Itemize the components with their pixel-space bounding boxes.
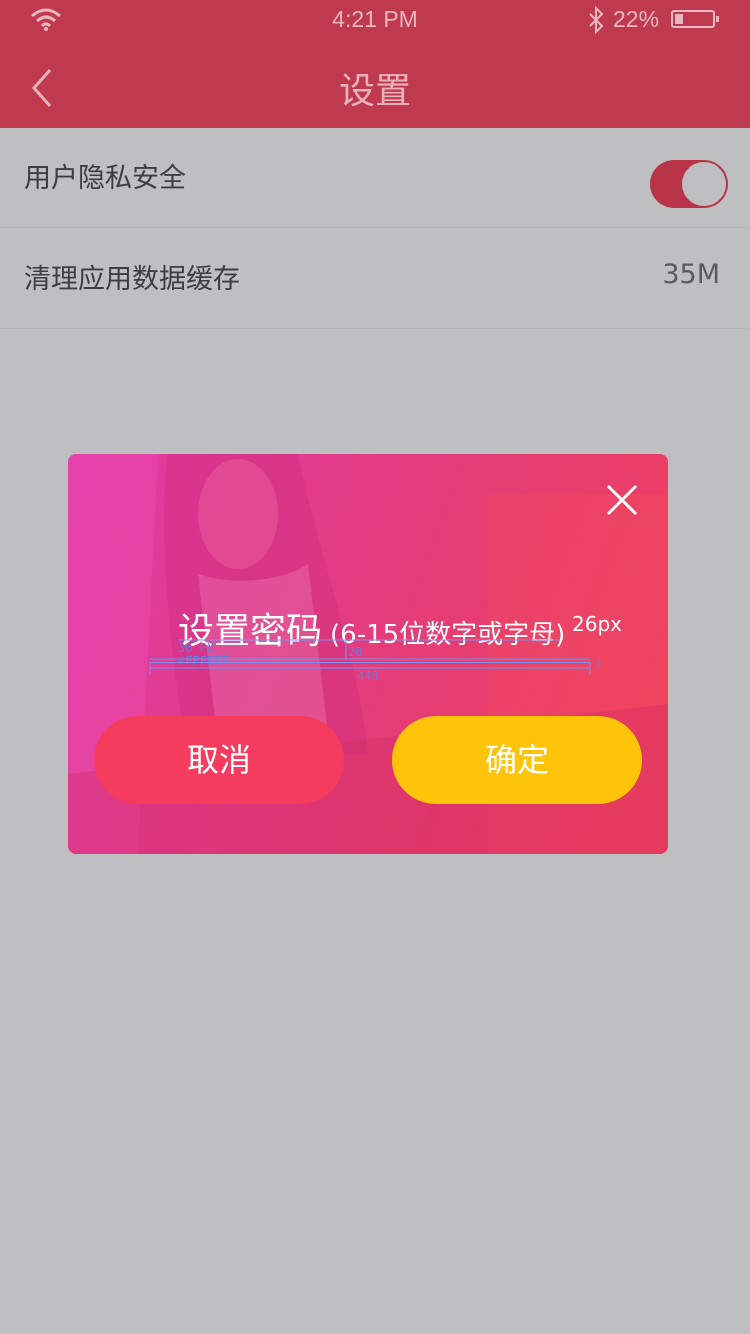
privacy-label: 用户隐私安全 [24,163,186,194]
nav-bar: 设置 [0,40,750,128]
privacy-toggle[interactable] [650,160,728,208]
cache-size: 35M [662,259,720,290]
toggle-knob [682,162,726,206]
settings-row-cache[interactable]: 清理应用数据缓存 35M [0,229,750,329]
battery-percent: 22% [613,6,660,32]
page-title: 设置 [338,71,411,112]
bluetooth-icon [589,6,604,34]
cache-label: 清理应用数据缓存 [24,264,240,295]
set-password-dialog: 设置密码 (6-15位数字或字母) 26px 36 PX #FFFFFF 20 1… [68,454,668,854]
password-input[interactable] [150,662,590,663]
cancel-button[interactable]: 取消 [94,716,344,804]
status-bar: 4:21 PM 22% [0,0,750,40]
battery-fill [675,14,683,24]
confirm-button[interactable]: 确定 [392,716,642,804]
settings-row-privacy: 用户隐私安全 [0,128,750,228]
battery-nub [716,16,719,22]
battery-icon [671,10,719,28]
